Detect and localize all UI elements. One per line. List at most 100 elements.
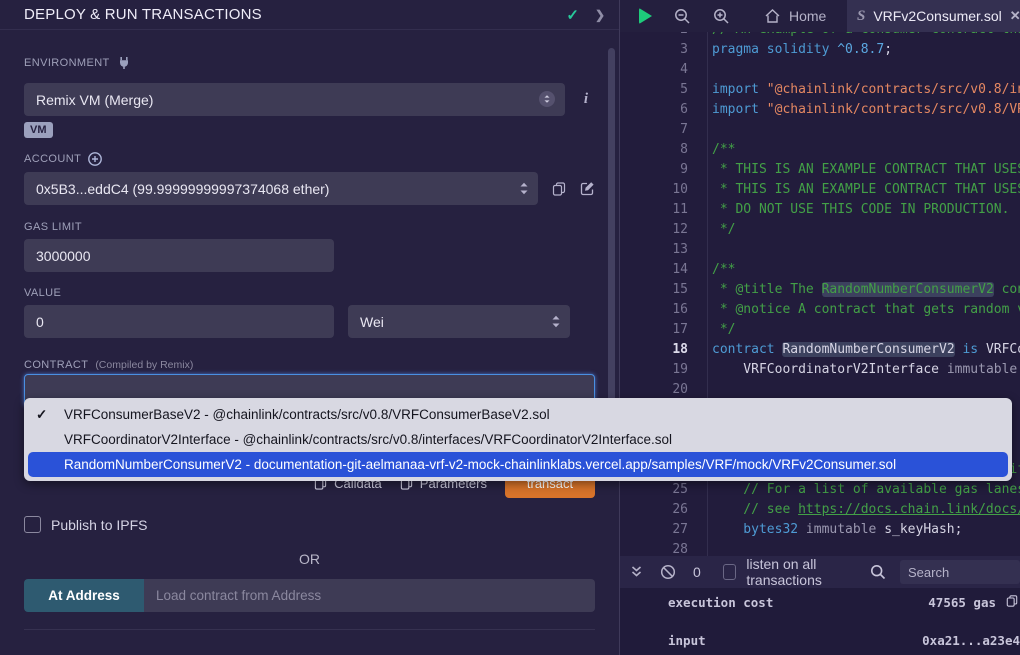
code-line-19[interactable]: 19 VRFCoordinatorV2Interface immutable C… bbox=[620, 360, 1020, 380]
value-unit-select[interactable]: Wei bbox=[348, 305, 570, 338]
section-divider bbox=[24, 629, 595, 630]
or-divider-text: OR bbox=[24, 551, 595, 567]
line-number: 16 bbox=[620, 300, 688, 320]
gas-limit-label: GAS LIMIT bbox=[24, 221, 595, 233]
contract-option-3[interactable]: RandomNumberConsumerV2 - documentation-g… bbox=[28, 452, 1008, 477]
log-label: input bbox=[668, 633, 706, 648]
value-input[interactable] bbox=[24, 305, 334, 338]
account-label: ACCOUNT bbox=[24, 152, 595, 166]
deploy-run-panel: DEPLOY & RUN TRANSACTIONS ✓ ❯ ENVIRONMEN… bbox=[0, 0, 620, 655]
line-number: 20 bbox=[620, 380, 688, 400]
contract-label: CONTRACT (Compiled by Remix) bbox=[24, 359, 595, 371]
line-number: 25 bbox=[620, 480, 688, 500]
line-number: 17 bbox=[620, 320, 688, 340]
terminal-log-row: input 0xa21...a23e4 bbox=[668, 633, 1020, 649]
line-content: * THIS IS AN EXAMPLE CONTRACT THAT USES … bbox=[712, 180, 1020, 200]
code-line-9[interactable]: 9 * THIS IS AN EXAMPLE CONTRACT THAT USE… bbox=[620, 160, 1020, 180]
code-line-25[interactable]: 25 // For a list of available gas lanes … bbox=[620, 480, 1020, 500]
terminal-log: execution cost 47565 gas input 0xa21...a23e… bbox=[620, 588, 1020, 655]
zoom-in-icon[interactable] bbox=[713, 8, 730, 25]
editor-area: 2// An example of a consumer contract th… bbox=[620, 0, 1020, 655]
collapse-terminal-icon[interactable] bbox=[630, 565, 643, 579]
panel-scrollbar[interactable] bbox=[608, 48, 615, 432]
tab-home[interactable]: Home bbox=[754, 0, 836, 32]
code-line-16[interactable]: 16 * @notice A contract that gets random… bbox=[620, 300, 1020, 320]
value-label: VALUE bbox=[24, 287, 595, 299]
code-line-18[interactable]: 18 contract RandomNumberConsumerV2 is VRF… bbox=[620, 340, 1020, 360]
contract-option-label: VRFConsumerBaseV2 - @chainlink/contracts… bbox=[64, 407, 550, 422]
contract-option-label: RandomNumberConsumerV2 - documentation-g… bbox=[64, 457, 896, 472]
terminal-toolbar: 0 listen on all transactions bbox=[620, 556, 1020, 588]
line-number: 12 bbox=[620, 220, 688, 240]
select-caret-icon bbox=[551, 314, 561, 332]
environment-info-icon[interactable]: i bbox=[577, 91, 595, 108]
copy-value-icon[interactable] bbox=[1006, 595, 1018, 611]
edit-account-pencil-icon[interactable] bbox=[580, 181, 595, 196]
line-content: */ bbox=[712, 220, 735, 240]
code-line-8[interactable]: 8/** bbox=[620, 140, 1020, 160]
line-number: 7 bbox=[620, 120, 688, 140]
select-caret-icon bbox=[539, 91, 555, 110]
line-content: * DO NOT USE THIS CODE IN PRODUCTION. bbox=[712, 200, 1009, 220]
code-line-6[interactable]: 6import "@chainlink/contracts/src/v0.8/V… bbox=[620, 100, 1020, 120]
environment-label: ENVIRONMENT bbox=[24, 56, 595, 70]
code-line-13[interactable]: 13 bbox=[620, 240, 1020, 260]
line-content: contract RandomNumberConsumerV2 is VRFCo… bbox=[712, 340, 1020, 360]
line-number: 27 bbox=[620, 520, 688, 540]
line-content: * THIS IS AN EXAMPLE CONTRACT THAT USES … bbox=[712, 160, 1020, 180]
contract-option-2[interactable]: VRFCoordinatorV2Interface - @chainlink/c… bbox=[24, 427, 1012, 452]
code-line-10[interactable]: 10 * THIS IS AN EXAMPLE CONTRACT THAT US… bbox=[620, 180, 1020, 200]
line-content: import "@chainlink/contracts/src/v0.8/in… bbox=[712, 80, 1020, 100]
code-line-4[interactable]: 4 bbox=[620, 60, 1020, 80]
environment-select[interactable]: Remix VM (Merge) bbox=[24, 83, 565, 116]
line-number: 4 bbox=[620, 60, 688, 80]
line-number: 11 bbox=[620, 200, 688, 220]
publish-ipfs-checkbox[interactable] bbox=[24, 516, 41, 533]
transaction-count-badge: 0 bbox=[693, 564, 701, 580]
log-value: 47565 gas bbox=[928, 595, 996, 611]
line-content: /** bbox=[712, 260, 735, 280]
code-line-27[interactable]: 27 bytes32 immutable s_keyHash; bbox=[620, 520, 1020, 540]
code-line-14[interactable]: 14/** bbox=[620, 260, 1020, 280]
listen-all-transactions-label: listen on all transactions bbox=[746, 556, 870, 588]
clear-console-icon[interactable] bbox=[660, 564, 676, 580]
account-select[interactable]: 0x5B3...eddC4 (99.99999999997374068 ethe… bbox=[24, 172, 538, 205]
run-play-icon[interactable] bbox=[639, 8, 652, 24]
code-line-20[interactable]: 20 bbox=[620, 380, 1020, 400]
log-label: execution cost bbox=[668, 595, 773, 610]
at-address-button[interactable]: At Address bbox=[24, 579, 144, 612]
code-line-15[interactable]: 15 * @title The RandomNumberConsumerV2 c… bbox=[620, 280, 1020, 300]
line-content: VRFCoordinatorV2Interface immutable COOR… bbox=[712, 360, 1020, 380]
code-line-7[interactable]: 7 bbox=[620, 120, 1020, 140]
contract-option-label: VRFCoordinatorV2Interface - @chainlink/c… bbox=[64, 432, 672, 447]
code-line-17[interactable]: 17 */ bbox=[620, 320, 1020, 340]
line-number: 19 bbox=[620, 360, 688, 380]
search-icon bbox=[870, 564, 886, 580]
code-line-3[interactable]: 3pragma solidity ^0.8.7; bbox=[620, 40, 1020, 60]
copy-account-icon[interactable] bbox=[552, 182, 566, 196]
terminal-search-input[interactable] bbox=[900, 560, 1020, 584]
contract-option-1[interactable]: ✓VRFConsumerBaseV2 - @chainlink/contract… bbox=[24, 402, 1012, 427]
panel-expand-chevron-icon[interactable]: ❯ bbox=[595, 8, 605, 22]
code-line-12[interactable]: 12 */ bbox=[620, 220, 1020, 240]
line-number: 10 bbox=[620, 180, 688, 200]
gas-limit-input[interactable] bbox=[24, 239, 334, 272]
line-number: 18 bbox=[620, 340, 688, 360]
line-content: import "@chainlink/contracts/src/v0.8/VR… bbox=[712, 100, 1020, 120]
code-line-11[interactable]: 11 * DO NOT USE THIS CODE IN PRODUCTION. bbox=[620, 200, 1020, 220]
line-number: 26 bbox=[620, 500, 688, 520]
at-address-input[interactable] bbox=[144, 579, 595, 612]
tab-vrfv2consumer[interactable]: S VRFv2Consumer.sol ✕ bbox=[847, 0, 1020, 32]
line-number: 5 bbox=[620, 80, 688, 100]
code-line-26[interactable]: 26 // see https://docs.chain.link/docs/v… bbox=[620, 500, 1020, 520]
panel-title: DEPLOY & RUN TRANSACTIONS bbox=[24, 6, 566, 23]
zoom-out-icon[interactable] bbox=[674, 8, 691, 25]
line-content: * @notice A contract that gets random va… bbox=[712, 300, 1020, 320]
line-number: 9 bbox=[620, 160, 688, 180]
code-line-5[interactable]: 5 import "@chainlink/contracts/src/v0.8/i… bbox=[620, 80, 1020, 100]
solidity-file-icon: S bbox=[857, 8, 865, 25]
log-value: 0xa21...a23e4 bbox=[922, 633, 1020, 649]
add-account-plus-icon[interactable] bbox=[88, 152, 102, 166]
close-tab-icon[interactable]: ✕ bbox=[1010, 8, 1020, 24]
listen-all-transactions-checkbox[interactable] bbox=[723, 564, 737, 580]
